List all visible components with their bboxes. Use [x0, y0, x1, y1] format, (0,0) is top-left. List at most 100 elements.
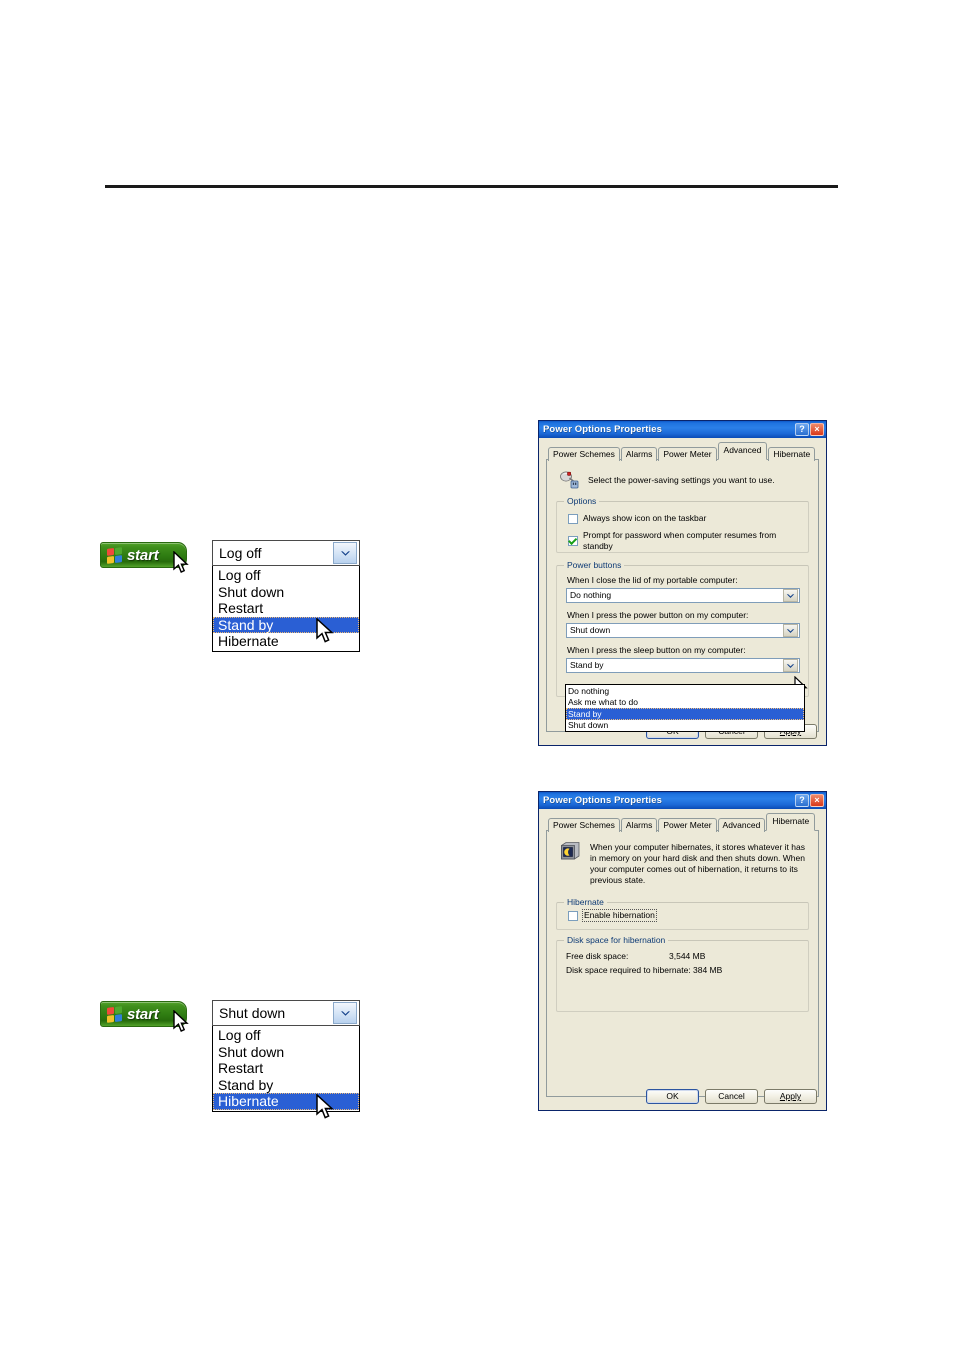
- disk-row-required-space: Disk space required to hibernate: 384 MB: [566, 963, 800, 977]
- dialog-button-row[interactable]: OK Cancel Apply: [646, 1089, 817, 1104]
- tab-power-meter[interactable]: Power Meter: [658, 818, 717, 832]
- list-item[interactable]: Log off: [213, 567, 359, 584]
- checkbox-prompt-for-password[interactable]: [568, 536, 578, 546]
- chevron-down-icon[interactable]: [783, 624, 798, 637]
- windows-logo-icon: [107, 1005, 122, 1023]
- list-item[interactable]: Restart: [213, 1060, 359, 1077]
- combo-value: Shut down: [570, 625, 611, 635]
- disk-row-key: Free disk space:: [566, 951, 629, 961]
- tab-strip[interactable]: Power Schemes Alarms Power Meter Advance…: [546, 813, 819, 832]
- chevron-down-icon[interactable]: [333, 1002, 357, 1024]
- list-item[interactable]: Log off: [213, 1027, 359, 1044]
- list-item[interactable]: Do nothing: [566, 685, 804, 697]
- tab-page-hibernate: When your computer hibernates, it stores…: [546, 830, 819, 1097]
- tab-advanced[interactable]: Advanced: [717, 442, 768, 460]
- combo-power-button[interactable]: Shut down: [566, 623, 800, 638]
- list-item[interactable]: Ask me what to do: [566, 697, 804, 709]
- checkbox-row-prompt-password[interactable]: Prompt for password when computer resume…: [568, 530, 800, 552]
- combo-selected-value-bottom: Shut down: [219, 1005, 286, 1021]
- tab-strip[interactable]: Power Schemes Alarms Power Meter Advance…: [546, 442, 819, 461]
- tab-power-meter[interactable]: Power Meter: [658, 447, 717, 461]
- disk-space-group-legend: Disk space for hibernation: [564, 935, 669, 945]
- combo-display-top[interactable]: Log off: [212, 540, 360, 566]
- sleep-button-dropdown-list[interactable]: Do nothing Ask me what to do Stand by Sh…: [565, 684, 805, 732]
- disk-space-group: Disk space for hibernation Free disk spa…: [556, 935, 809, 1012]
- hibernate-group: Hibernate Enable hibernation: [556, 897, 809, 930]
- combo-display-bottom[interactable]: Shut down: [212, 1000, 360, 1026]
- chevron-down-icon[interactable]: [783, 589, 798, 602]
- label-power-button: When I press the power button on my comp…: [567, 610, 749, 620]
- tab-alarms[interactable]: Alarms: [620, 818, 658, 832]
- dialog-titlebar[interactable]: Power Options Properties ? ×: [539, 792, 826, 809]
- close-button[interactable]: ×: [810, 423, 824, 436]
- options-group-legend: Options: [564, 496, 600, 506]
- advanced-header-text: Select the power-saving settings you wan…: [588, 475, 775, 485]
- combo-options-list-top[interactable]: Log off Shut down Restart Stand by Hiber…: [212, 566, 360, 652]
- label-close-lid: When I close the lid of my portable comp…: [567, 575, 738, 585]
- checkbox-label: Enable hibernation: [582, 909, 657, 922]
- dialog-title: Power Options Properties: [543, 795, 663, 806]
- tab-power-schemes[interactable]: Power Schemes: [548, 447, 620, 461]
- list-item-selected[interactable]: Hibernate: [213, 1093, 359, 1110]
- dialog-titlebar[interactable]: Power Options Properties ? ×: [539, 421, 826, 438]
- start-button-label: start: [127, 546, 159, 564]
- apply-button[interactable]: Apply: [764, 1089, 817, 1104]
- help-button[interactable]: ?: [795, 794, 809, 807]
- tab-page-advanced: Select the power-saving settings you wan…: [546, 459, 819, 732]
- hibernate-group-legend: Hibernate: [564, 897, 607, 907]
- advanced-header: Select the power-saving settings you wan…: [556, 468, 809, 490]
- list-item-selected[interactable]: Stand by: [566, 708, 804, 720]
- ok-button[interactable]: OK: [646, 1089, 699, 1104]
- cancel-button[interactable]: Cancel: [705, 1089, 758, 1104]
- combo-value: Do nothing: [570, 590, 612, 600]
- power-options-dialog-advanced[interactable]: Power Options Properties ? × Power Schem…: [538, 420, 827, 746]
- checkbox-always-show-icon[interactable]: [568, 513, 578, 524]
- list-item[interactable]: Shut down: [566, 720, 804, 732]
- power-buttons-group: Power buttons When I close the lid of my…: [556, 560, 809, 697]
- list-item-selected[interactable]: Stand by: [213, 616, 359, 633]
- list-item[interactable]: Stand by: [213, 1077, 359, 1094]
- list-item[interactable]: Shut down: [213, 584, 359, 601]
- hibernate-computer-icon: [561, 842, 580, 860]
- start-button-top[interactable]: start: [100, 542, 187, 568]
- apply-button-label: Apply: [779, 1091, 802, 1101]
- hibernate-header-text: When your computer hibernates, it stores…: [590, 842, 805, 885]
- list-item[interactable]: Hibernate: [213, 633, 359, 650]
- checkbox-row-taskbar-icon[interactable]: Always show icon on the taskbar: [568, 513, 800, 524]
- page-header-rule: [105, 185, 838, 188]
- power-options-dialog-hibernate[interactable]: Power Options Properties ? × Power Schem…: [538, 791, 827, 1111]
- start-button-label: start: [127, 1005, 159, 1023]
- checkbox-label: Prompt for password when computer resume…: [583, 530, 777, 551]
- tab-advanced[interactable]: Advanced: [717, 818, 766, 832]
- chevron-down-icon[interactable]: [333, 542, 357, 564]
- combo-selected-value-top: Log off: [219, 545, 262, 561]
- combo-value: Stand by: [570, 660, 604, 670]
- chevron-down-icon[interactable]: [783, 659, 798, 672]
- options-group: Options Always show icon on the taskbar …: [556, 496, 809, 553]
- label-sleep-button: When I press the sleep button on my comp…: [567, 645, 746, 655]
- tab-hibernate[interactable]: Hibernate: [766, 813, 816, 831]
- checkbox-label: Always show icon on the taskbar: [583, 513, 707, 523]
- power-plug-icon: [560, 471, 579, 489]
- start-button-bottom[interactable]: start: [100, 1001, 187, 1027]
- power-action-combo-top[interactable]: Log off Log off Shut down Restart Stand …: [212, 540, 360, 652]
- disk-row-value: 3,544 MB: [669, 951, 706, 961]
- combo-sleep-button[interactable]: Stand by: [566, 658, 800, 673]
- tab-alarms[interactable]: Alarms: [620, 447, 658, 461]
- list-item[interactable]: Shut down: [213, 1044, 359, 1061]
- disk-row-value: 384 MB: [693, 965, 723, 975]
- combo-options-list-bottom[interactable]: Log off Shut down Restart Stand by Hiber…: [212, 1026, 360, 1112]
- help-button[interactable]: ?: [795, 423, 809, 436]
- list-item[interactable]: Restart: [213, 600, 359, 617]
- hibernate-header: When your computer hibernates, it stores…: [556, 839, 809, 886]
- checkbox-row-enable-hibernation[interactable]: Enable hibernation: [568, 909, 800, 922]
- power-buttons-group-legend: Power buttons: [564, 560, 625, 570]
- tab-hibernate[interactable]: Hibernate: [768, 447, 816, 461]
- disk-row-key: Disk space required to hibernate:: [566, 965, 691, 975]
- power-action-combo-bottom[interactable]: Shut down Log off Shut down Restart Stan…: [212, 1000, 360, 1112]
- close-button[interactable]: ×: [810, 794, 824, 807]
- combo-close-lid[interactable]: Do nothing: [566, 588, 800, 603]
- checkbox-enable-hibernation[interactable]: [568, 910, 578, 921]
- tab-power-schemes[interactable]: Power Schemes: [548, 818, 620, 832]
- windows-logo-icon: [107, 546, 122, 564]
